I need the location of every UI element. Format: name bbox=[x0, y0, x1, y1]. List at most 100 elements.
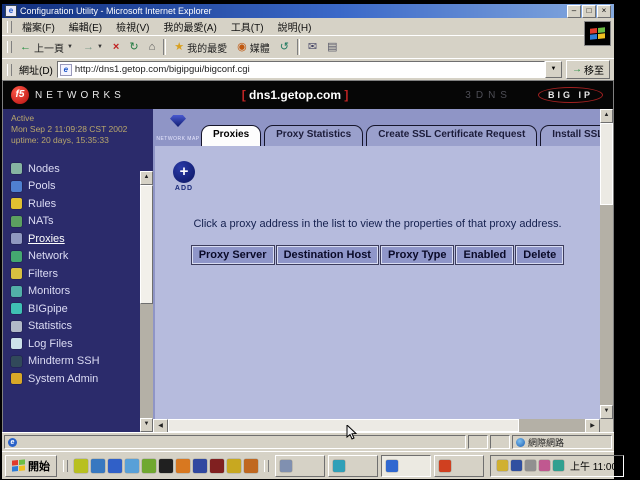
dns-product-label[interactable]: 3DNS bbox=[465, 90, 512, 101]
home-button[interactable]: ⌂ bbox=[144, 40, 161, 55]
quick-launch-icon-2[interactable] bbox=[91, 459, 105, 473]
table-column-header[interactable]: Destination Host bbox=[277, 246, 378, 264]
menu-item[interactable]: 檔案(F) bbox=[15, 18, 62, 35]
close-button[interactable]: × bbox=[597, 5, 611, 18]
table-column-header[interactable]: Delete bbox=[516, 246, 563, 264]
menu-item[interactable]: 我的最愛(A) bbox=[156, 18, 223, 35]
scroll-right-icon[interactable]: ▶ bbox=[585, 419, 600, 432]
quick-launch-icon-9[interactable] bbox=[210, 459, 224, 473]
stop-button[interactable]: × bbox=[108, 40, 124, 55]
favorites-button[interactable]: ★ 我的最愛 bbox=[169, 38, 232, 57]
content-vertical-scrollbar[interactable]: ▲ ▼ bbox=[600, 109, 613, 419]
sidebar-scrollbar[interactable]: ▲ ▼ bbox=[140, 171, 153, 432]
tray-icon-2[interactable] bbox=[511, 460, 522, 471]
tab[interactable]: Proxies bbox=[201, 125, 261, 146]
go-button[interactable]: → 移至 bbox=[566, 60, 610, 79]
sidebar-item[interactable]: Monitors bbox=[11, 283, 140, 301]
network-map-icon bbox=[170, 115, 186, 127]
taskbar-grip[interactable] bbox=[63, 460, 68, 472]
quick-launch-icon-11[interactable] bbox=[244, 459, 258, 473]
toolbar-grip[interactable] bbox=[7, 64, 12, 76]
address-input[interactable]: e http://dns1.getop.com/bigipgui/bigconf… bbox=[57, 61, 545, 78]
sidebar-item[interactable]: NATs bbox=[11, 213, 140, 231]
sidebar-item[interactable]: System Admin bbox=[11, 370, 140, 388]
quick-launch-icon-7[interactable] bbox=[176, 459, 190, 473]
add-proxy-control[interactable]: + ADD bbox=[169, 161, 199, 192]
horizontal-scrollbar-thumb[interactable] bbox=[168, 419, 519, 432]
menu-item[interactable]: 編輯(E) bbox=[62, 18, 109, 35]
mail-button[interactable]: ✉ bbox=[303, 40, 322, 55]
forward-button[interactable]: → ▼ bbox=[78, 40, 108, 55]
sidebar-scrollbar-track[interactable] bbox=[140, 304, 153, 418]
network-icon bbox=[11, 251, 22, 262]
start-button[interactable]: 開始 bbox=[5, 455, 57, 477]
tray-icon-5[interactable] bbox=[553, 460, 564, 471]
back-dropdown-icon[interactable]: ▼ bbox=[67, 44, 73, 50]
address-dropdown-button[interactable]: ▼ bbox=[545, 61, 562, 78]
bigpipe-icon bbox=[11, 303, 22, 314]
vertical-scrollbar-thumb[interactable] bbox=[600, 123, 613, 205]
task-button[interactable] bbox=[381, 455, 431, 477]
task-button[interactable] bbox=[434, 455, 484, 477]
f5-logo: f5 bbox=[11, 86, 29, 104]
network-map-widget[interactable]: NETWORK MAP bbox=[155, 115, 201, 145]
sidebar-item[interactable]: Nodes bbox=[11, 160, 140, 178]
menu-item[interactable]: 檢視(V) bbox=[109, 18, 156, 35]
scroll-up-icon[interactable]: ▲ bbox=[600, 109, 613, 123]
menu-item[interactable]: 工具(T) bbox=[224, 18, 271, 35]
taskbar-grip[interactable] bbox=[264, 460, 269, 472]
scroll-up-icon[interactable]: ▲ bbox=[140, 171, 153, 185]
sidebar-item[interactable]: Rules bbox=[11, 195, 140, 213]
sidebar-item[interactable]: Proxies bbox=[11, 230, 140, 248]
tab[interactable]: Install SSL Certificate bbox=[540, 125, 600, 146]
quick-launch-icon-4[interactable] bbox=[125, 459, 139, 473]
sidebar-item[interactable]: Statistics bbox=[11, 318, 140, 336]
content-horizontal-scrollbar[interactable]: ◀ ▶ bbox=[153, 419, 600, 432]
sidebar-item[interactable]: Network bbox=[11, 248, 140, 266]
sidebar-item[interactable]: Pools bbox=[11, 178, 140, 196]
sidebar-item[interactable]: Mindterm SSH bbox=[11, 353, 140, 371]
back-button[interactable]: ← 上一頁 ▼ bbox=[15, 38, 78, 57]
sidebar-item[interactable]: Log Files bbox=[11, 335, 140, 353]
nats-icon bbox=[11, 216, 22, 227]
scroll-left-icon[interactable]: ◀ bbox=[153, 419, 168, 432]
status-message-area: e bbox=[4, 435, 466, 449]
tray-icon-1[interactable] bbox=[497, 460, 508, 471]
quick-launch-icon-6[interactable] bbox=[159, 459, 173, 473]
quick-launch-icon-3[interactable] bbox=[108, 459, 122, 473]
table-column-header[interactable]: Proxy Type bbox=[381, 246, 454, 264]
minimize-button[interactable]: ‒ bbox=[567, 5, 581, 18]
task-button[interactable] bbox=[275, 455, 325, 477]
sidebar-item-label: Network bbox=[28, 250, 68, 262]
scroll-down-icon[interactable]: ▼ bbox=[600, 405, 613, 419]
sidebar-scrollbar-thumb[interactable] bbox=[140, 185, 153, 304]
menu-item[interactable]: 說明(H) bbox=[271, 18, 319, 35]
sidebar-item[interactable]: Filters bbox=[11, 265, 140, 283]
quick-launch-icon-5[interactable] bbox=[142, 459, 156, 473]
table-column-header[interactable]: Proxy Server bbox=[192, 246, 274, 264]
refresh-button[interactable]: ↻ bbox=[124, 40, 143, 55]
print-button[interactable]: ▤ bbox=[322, 40, 342, 55]
vertical-scrollbar-track[interactable] bbox=[600, 205, 613, 405]
sidebar-item[interactable]: BIGpipe bbox=[11, 300, 140, 318]
tray-icon-4[interactable] bbox=[539, 460, 550, 471]
bigip-product-badge[interactable]: BIG IP bbox=[538, 87, 603, 103]
table-column-header[interactable]: Enabled bbox=[456, 246, 513, 264]
quick-launch-icon-8[interactable] bbox=[193, 459, 207, 473]
forward-dropdown-icon[interactable]: ▼ bbox=[97, 44, 103, 50]
tab[interactable]: Create SSL Certificate Request bbox=[366, 125, 537, 146]
tray-icon-3[interactable] bbox=[525, 460, 536, 471]
quick-launch-icon-10[interactable] bbox=[227, 459, 241, 473]
toolbar-grip[interactable] bbox=[7, 41, 12, 53]
toolbar-grip[interactable] bbox=[7, 21, 12, 33]
tab[interactable]: Proxy Statistics bbox=[264, 125, 363, 146]
history-button[interactable]: ↺ bbox=[275, 40, 294, 55]
taskbar-clock[interactable]: 上午 11:00 bbox=[570, 458, 617, 473]
quick-launch-icon-1[interactable] bbox=[74, 459, 88, 473]
maximize-button[interactable]: □ bbox=[582, 5, 596, 18]
scroll-down-icon[interactable]: ▼ bbox=[140, 418, 153, 432]
task-button[interactable] bbox=[328, 455, 378, 477]
horizontal-scrollbar-track[interactable] bbox=[519, 419, 585, 432]
media-button[interactable]: ◉ 媒體 bbox=[232, 38, 275, 57]
add-button[interactable]: + bbox=[173, 161, 195, 183]
